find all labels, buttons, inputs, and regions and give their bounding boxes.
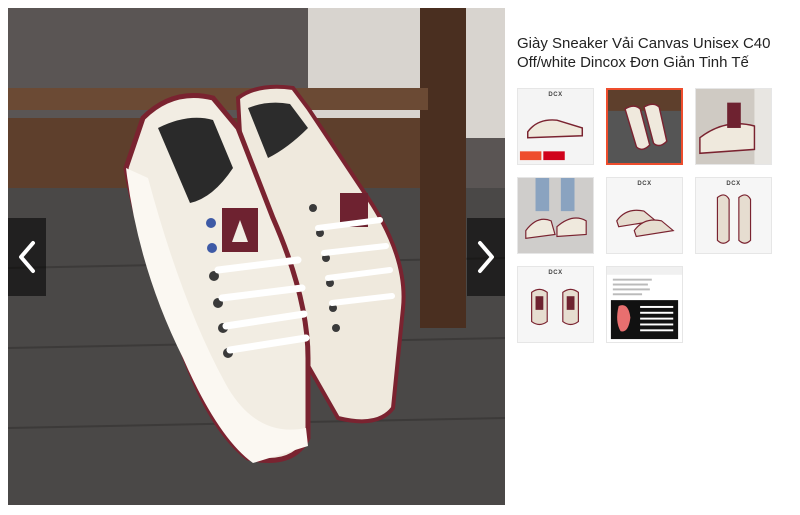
thumbnail-pair-top[interactable]: DCX xyxy=(695,177,772,254)
main-product-image[interactable] xyxy=(8,8,505,505)
brand-logo: DCX xyxy=(548,270,563,276)
product-title: Giày Sneaker Vải Canvas Unisex C40 Off/w… xyxy=(517,35,771,71)
thumbnail-pair-angled[interactable]: DCX xyxy=(606,177,683,254)
thumbnail-image xyxy=(696,89,771,164)
next-image-button[interactable] xyxy=(467,218,505,296)
thumbnail-image xyxy=(608,90,681,163)
thumbnail-pair-floor[interactable] xyxy=(606,88,683,165)
brand-logo: DCX xyxy=(637,181,652,187)
previous-image-button[interactable] xyxy=(8,218,46,296)
thumbnail-image xyxy=(518,89,593,164)
thumbnail-image xyxy=(696,178,771,253)
brand-logo: DCX xyxy=(548,92,563,98)
thumbnail-image xyxy=(518,178,593,253)
chevron-left-icon xyxy=(19,241,35,273)
chevron-right-icon xyxy=(478,241,494,273)
thumbnail-image xyxy=(518,267,593,342)
thumbnail-image xyxy=(607,178,682,253)
sneaker-photo xyxy=(8,8,505,505)
thumbnail-heel-closeup[interactable] xyxy=(695,88,772,165)
thumbnail-size-guide[interactable] xyxy=(606,266,683,343)
thumbnail-image xyxy=(607,267,682,342)
brand-logo: DCX xyxy=(726,181,741,187)
thumbnail-pair-back[interactable]: DCX xyxy=(517,266,594,343)
thumbnail-worn-lacing[interactable] xyxy=(517,177,594,254)
thumbnail-grid: DCX DCX DCX DCX xyxy=(517,88,787,343)
thumbnail-side-view[interactable]: DCX xyxy=(517,88,594,165)
